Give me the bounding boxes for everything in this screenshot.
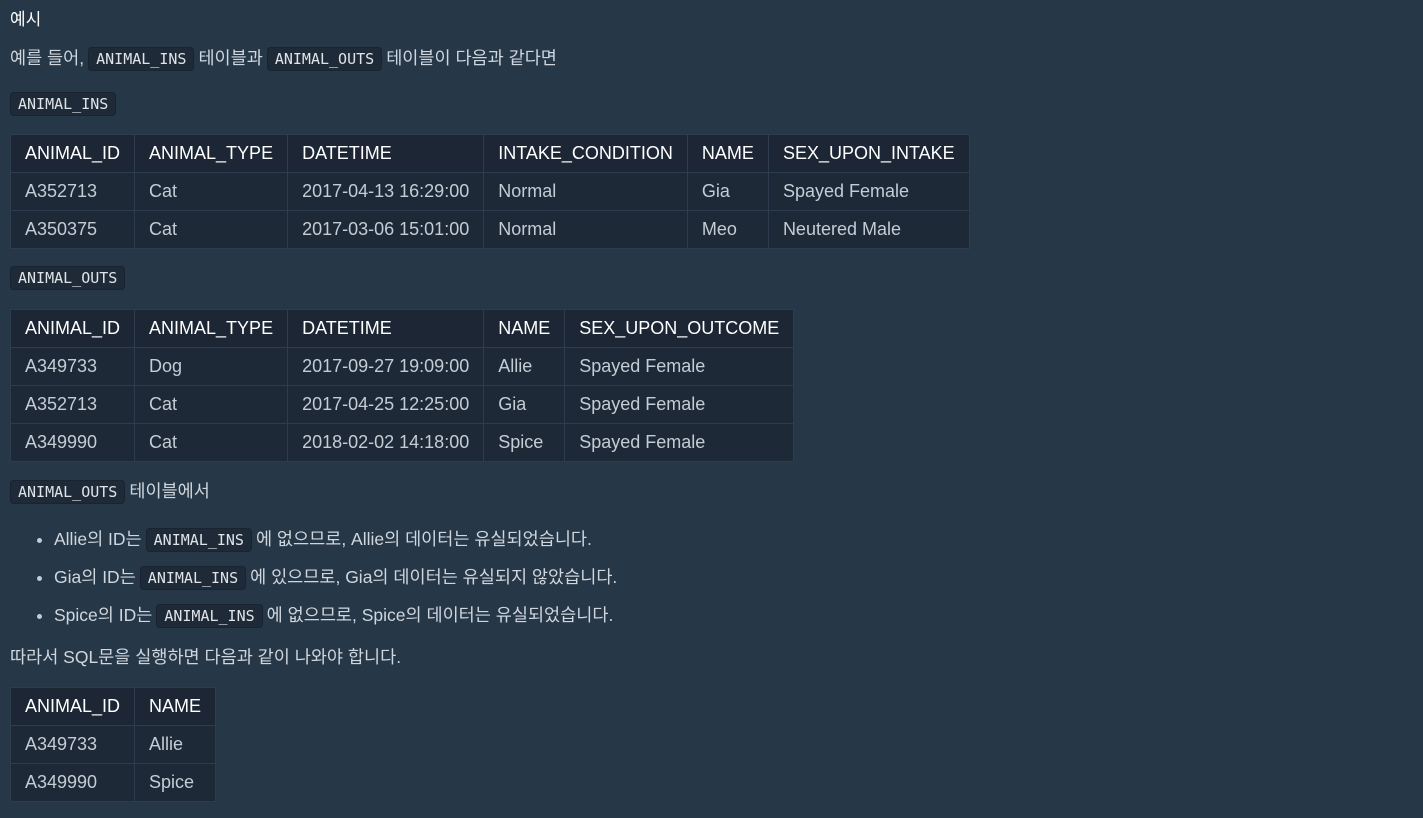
table-cell: A352713	[9, 172, 136, 211]
header-cell: SEX_UPON_INTAKE	[767, 134, 970, 173]
table-cell: Cat	[134, 210, 289, 249]
table-cell: A349733	[9, 725, 136, 764]
header-cell: NAME	[134, 687, 217, 726]
table-cell: Gia	[686, 172, 769, 211]
table-row: A350375 Cat 2017-03-06 15:01:00 Normal M…	[9, 210, 970, 249]
list-item: Gia의 ID는ANIMAL_INS에 있으므로, Gia의 데이터는 유실되지…	[54, 564, 617, 591]
table-cell: A350375	[9, 210, 136, 249]
table-cell: 2017-09-27 19:09:00	[287, 347, 485, 386]
header-cell: DATETIME	[287, 309, 485, 348]
header-cell: NAME	[686, 134, 769, 173]
table-row: A349990 Cat 2018-02-02 14:18:00 Spice Sp…	[9, 423, 795, 462]
table-row: A352713 Cat 2017-04-25 12:25:00 Gia Spay…	[9, 385, 795, 424]
table-cell: Spayed Female	[564, 423, 795, 462]
conclusion-paragraph: 따라서 SQL문을 실행하면 다음과 같이 나와야 합니다.	[10, 647, 402, 667]
bullet-code: ANIMAL_INS	[139, 566, 247, 590]
outs-table-label: ANIMAL_OUTS	[10, 266, 126, 290]
table-cell: Cat	[134, 423, 289, 462]
explain-code: ANIMAL_OUTS	[10, 480, 126, 504]
table-cell: Gia	[483, 385, 566, 424]
header-cell: NAME	[483, 309, 566, 348]
header-cell: DATETIME	[287, 134, 485, 173]
table-cell: 2017-03-06 15:01:00	[287, 210, 485, 249]
table-cell: Spice	[483, 423, 566, 462]
header-cell: ANIMAL_ID	[9, 687, 136, 726]
table-header-row: ANIMAL_ID ANIMAL_TYPE DATETIME NAME SEX_…	[9, 309, 795, 348]
table-row: A349733 Allie	[9, 725, 217, 764]
animal-outs-table: ANIMAL_ID ANIMAL_TYPE DATETIME NAME SEX_…	[9, 309, 795, 462]
table-cell: 2017-04-13 16:29:00	[287, 172, 485, 211]
intro-mid: 테이블과	[198, 48, 263, 68]
table-cell: A349990	[9, 423, 136, 462]
intro-code-animal-outs: ANIMAL_OUTS	[266, 47, 383, 71]
table-cell: Normal	[483, 210, 688, 249]
intro-prefix: 예를 들어,	[10, 48, 85, 68]
table-cell: Allie	[483, 347, 566, 386]
header-cell: ANIMAL_TYPE	[134, 134, 289, 173]
table-cell: 2017-04-25 12:25:00	[287, 385, 485, 424]
table-cell: Spayed Female	[564, 347, 795, 386]
table-cell: Cat	[134, 172, 289, 211]
table-cell: Spice	[134, 763, 217, 802]
table-row: A349733 Dog 2017-09-27 19:09:00 Allie Sp…	[9, 347, 795, 386]
intro-suffix: 테이블이 다음과 같다면	[386, 48, 557, 68]
table-header-row: ANIMAL_ID NAME	[9, 687, 217, 726]
table-cell: Spayed Female	[767, 172, 970, 211]
table-cell: Spayed Female	[564, 385, 795, 424]
header-cell: ANIMAL_TYPE	[134, 309, 289, 348]
table-cell: Normal	[483, 172, 688, 211]
header-cell: SEX_UPON_OUTCOME	[564, 309, 795, 348]
table-cell: Allie	[134, 725, 217, 764]
table-cell: Cat	[134, 385, 289, 424]
table-cell: A349733	[9, 347, 136, 386]
table-cell: Dog	[134, 347, 289, 386]
list-item: Spice의 ID는ANIMAL_INS에 없으므로, Spice의 데이터는 …	[54, 602, 617, 629]
header-cell: ANIMAL_ID	[9, 309, 136, 348]
animal-ins-table: ANIMAL_ID ANIMAL_TYPE DATETIME INTAKE_CO…	[9, 134, 970, 249]
table-cell: A349990	[9, 763, 136, 802]
bullet-code: ANIMAL_INS	[145, 528, 252, 552]
table-cell: A352713	[9, 385, 136, 424]
bullet-code: ANIMAL_INS	[156, 604, 263, 628]
table-row: A352713 Cat 2017-04-13 16:29:00 Normal G…	[9, 172, 970, 211]
explanation-list: Allie의 ID는ANIMAL_INS에 없으므로, Allie의 데이터는 …	[10, 526, 617, 640]
table-row: A349990 Spice	[9, 763, 217, 802]
table-cell: Neutered Male	[767, 210, 970, 249]
header-cell: ANIMAL_ID	[9, 134, 136, 173]
section-heading: 예시	[10, 10, 42, 29]
ins-table-label: ANIMAL_INS	[10, 92, 117, 116]
list-item: Allie의 ID는ANIMAL_INS에 없으므로, Allie의 데이터는 …	[54, 526, 617, 553]
table-cell: Meo	[686, 210, 769, 249]
intro-code-animal-ins: ANIMAL_INS	[88, 47, 195, 71]
explain-paragraph: ANIMAL_OUTS 테이블에서	[10, 478, 210, 505]
table-header-row: ANIMAL_ID ANIMAL_TYPE DATETIME INTAKE_CO…	[9, 134, 970, 173]
explain-text: 테이블에서	[129, 481, 210, 501]
result-table: ANIMAL_ID NAME A349733 Allie A349990 Spi…	[9, 687, 217, 802]
table-cell: 2018-02-02 14:18:00	[287, 423, 485, 462]
header-cell: INTAKE_CONDITION	[483, 134, 688, 173]
intro-paragraph: 예를 들어, ANIMAL_INS 테이블과 ANIMAL_OUTS 테이블이 다음과 …	[10, 45, 557, 72]
